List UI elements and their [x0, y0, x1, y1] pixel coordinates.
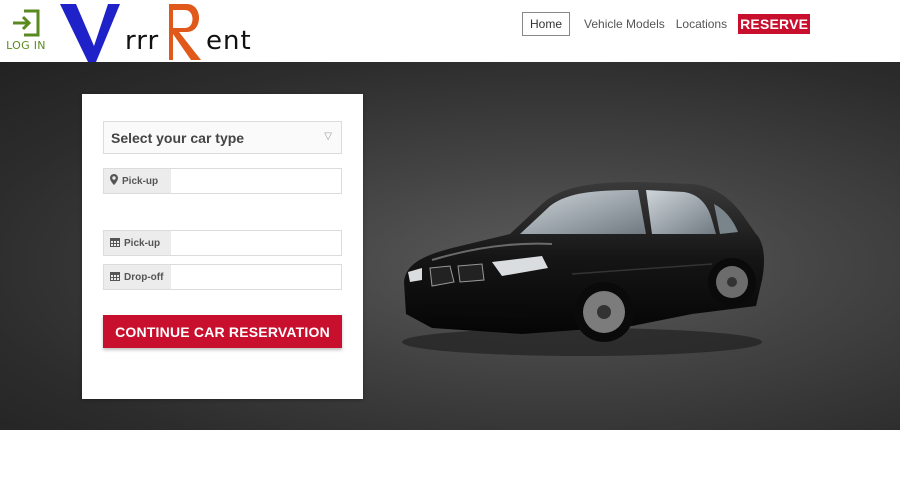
dropoff-date-label: Drop-off	[124, 271, 164, 283]
reservation-form: Select your car type ▽ Pick-up Pick-up D…	[82, 94, 363, 399]
nav-home[interactable]: Home	[522, 12, 571, 36]
nav-reserve[interactable]: RESERVE	[738, 14, 811, 34]
car-type-select[interactable]: Select your car type ▽	[103, 121, 342, 154]
map-pin-icon	[110, 174, 118, 188]
car-type-placeholder: Select your car type	[111, 129, 245, 146]
logo-text-part2: ent	[206, 26, 252, 56]
login-label: LOG IN	[6, 39, 46, 52]
pickup-location-input[interactable]	[171, 169, 341, 193]
calendar-icon	[110, 271, 120, 284]
page-footer-area	[0, 430, 900, 486]
dropoff-date-label-box: Drop-off	[104, 265, 171, 289]
site-logo[interactable]: rrr ent	[58, 0, 268, 62]
nav-locations[interactable]: Locations	[676, 17, 727, 31]
pickup-location-label-box: Pick-up	[104, 169, 171, 193]
pickup-date-label: Pick-up	[124, 237, 161, 249]
login-button[interactable]: LOG IN	[2, 8, 50, 58]
logo-r-glyph	[169, 4, 201, 60]
dropoff-date-field: Drop-off	[103, 264, 342, 290]
site-header: LOG IN rrr ent Home Vehicle Models Locat…	[0, 0, 900, 62]
chevron-down-icon: ▽	[324, 131, 332, 142]
pickup-date-field: Pick-up	[103, 230, 342, 256]
pickup-location-label: Pick-up	[122, 175, 159, 187]
hero-section: Select your car type ▽ Pick-up Pick-up D…	[0, 62, 900, 430]
car-image	[402, 182, 764, 356]
calendar-icon	[110, 237, 120, 250]
pickup-location-field: Pick-up	[103, 168, 342, 194]
dropoff-date-input[interactable]	[171, 265, 341, 289]
login-icon	[13, 9, 40, 37]
logo-v-glyph	[60, 4, 120, 62]
nav-vehicle-models[interactable]: Vehicle Models	[584, 17, 665, 31]
main-nav: Home Vehicle Models Locations RESERVE	[522, 12, 811, 36]
pickup-date-input[interactable]	[171, 231, 341, 255]
continue-reservation-button[interactable]: CONTINUE CAR RESERVATION	[103, 315, 342, 348]
pickup-date-label-box: Pick-up	[104, 231, 171, 255]
logo-text-part1: rrr	[125, 26, 160, 56]
